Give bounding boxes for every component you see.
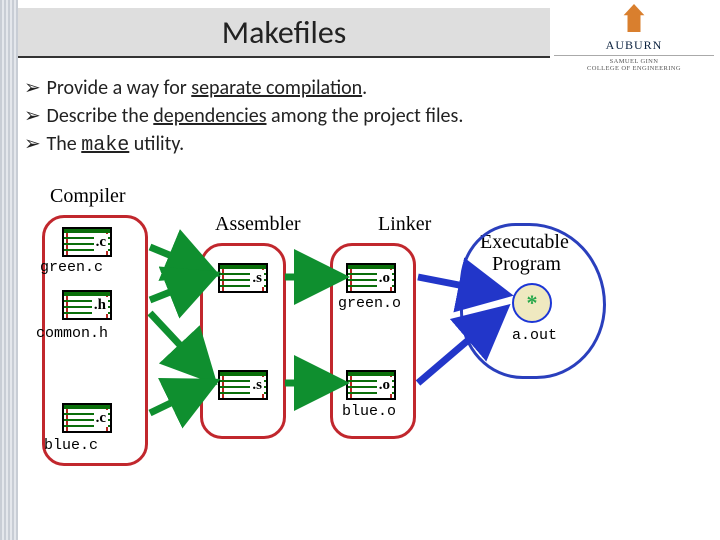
bullet-3-text-c: utility. — [129, 132, 184, 156]
tower-icon — [621, 4, 647, 32]
bullet-list: ➢ Provide a way for separate compilation… — [24, 72, 664, 160]
logo-subline-1: SAMUEL GINN — [554, 55, 714, 65]
bullet-2-text-a: Describe the — [47, 104, 154, 128]
slide-side-stripe — [0, 0, 18, 540]
bullet-1-text-c: . — [362, 76, 367, 100]
bullet-arrow-icon: ➢ — [24, 131, 42, 156]
bullet-2-text-c: among the project files. — [267, 104, 464, 128]
bullet-1-text-b: separate compilation — [191, 76, 362, 100]
bullet-3-text-b: make — [81, 134, 129, 157]
bullet-2: ➢ Describe the dependencies among the pr… — [24, 103, 664, 128]
bullet-3: ➢ The make utility. — [24, 131, 664, 157]
title-bar: Makefiles — [18, 8, 550, 58]
bullet-3-text-a: The — [47, 132, 82, 156]
logo-subline-2: COLLEGE OF ENGINEERING — [554, 65, 714, 72]
logo-university-name: AUBURN — [554, 38, 714, 53]
arrows-icon — [40, 185, 620, 485]
slide-title: Makefiles — [222, 13, 347, 52]
auburn-logo: AUBURN SAMUEL GINN COLLEGE OF ENGINEERIN… — [554, 4, 714, 74]
bullet-arrow-icon: ➢ — [24, 103, 42, 128]
bullet-2-text-b: dependencies — [153, 104, 266, 128]
bullet-1: ➢ Provide a way for separate compilation… — [24, 75, 664, 100]
bullet-1-text-a: Provide a way for — [47, 76, 192, 100]
bullet-arrow-icon: ➢ — [24, 75, 42, 100]
compilation-diagram: Compiler Assembler Linker Executable Pro… — [40, 185, 620, 485]
